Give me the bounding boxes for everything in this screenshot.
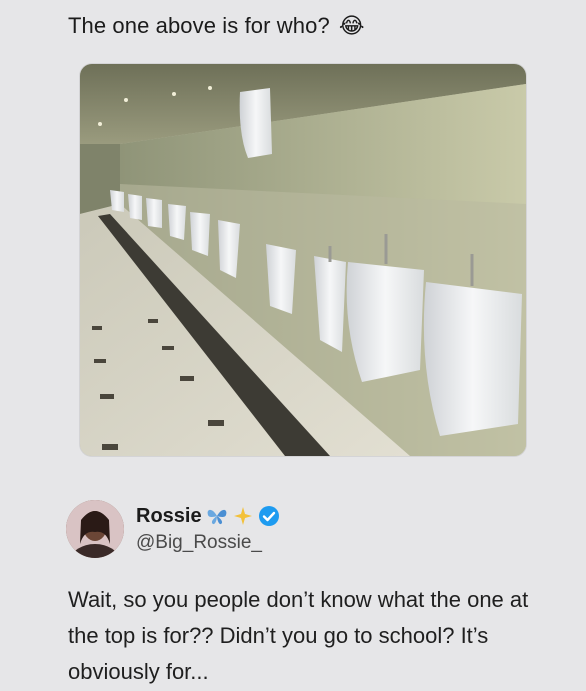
butterfly-icon: [207, 509, 226, 525]
caption: The one above is for who? 😂: [68, 12, 366, 40]
restroom-urinals-photo: [80, 64, 526, 456]
caption-text: The one above is for who?: [68, 13, 330, 38]
tweet-author[interactable]: Rossie @Big_Rossie_: [66, 500, 280, 558]
face-with-tears-of-joy-icon: 😂: [338, 13, 365, 38]
display-name[interactable]: Rossie: [136, 505, 280, 528]
display-name-text: Rossie: [136, 504, 202, 527]
tweet-text: Wait, so you people don’t know what the …: [68, 587, 529, 684]
verified-badge-icon: [258, 506, 279, 526]
post-image[interactable]: [80, 64, 526, 456]
avatar[interactable]: [66, 500, 124, 558]
handle[interactable]: @Big_Rossie_: [136, 532, 280, 554]
avatar-photo: [66, 500, 124, 558]
sparkles-icon: [233, 507, 252, 525]
